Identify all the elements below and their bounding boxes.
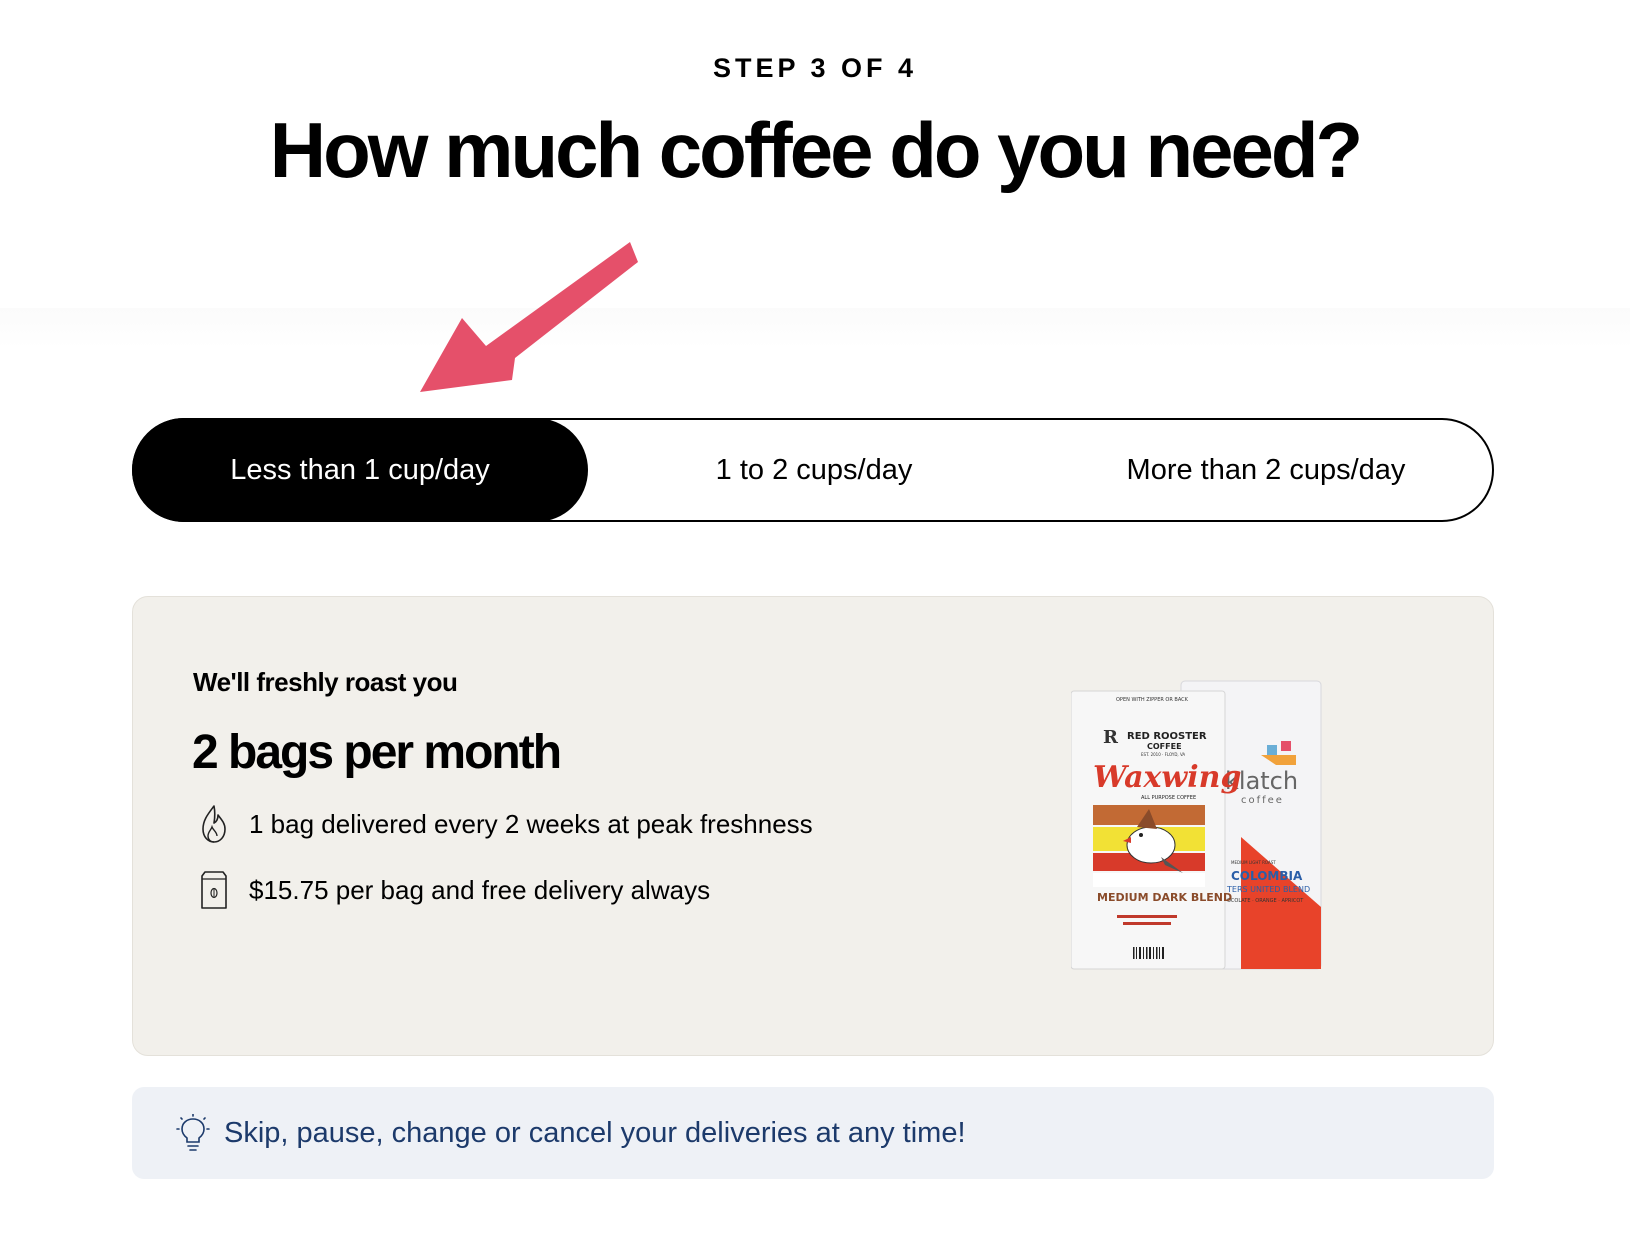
feature-delivery: 1 bag delivered every 2 weeks at peak fr… bbox=[199, 803, 813, 845]
svg-text:TERS UNITED BLEND: TERS UNITED BLEND bbox=[1226, 885, 1310, 894]
option-label: More than 2 cups/day bbox=[1126, 453, 1406, 486]
coffee-bags-image: klatch coffee MEDIUM LIGHT ROAST COLOMBI… bbox=[1071, 680, 1322, 970]
page-title: How much coffee do you need? bbox=[269, 106, 1363, 194]
svg-text:R: R bbox=[1103, 727, 1119, 748]
feature-price: $15.75 per bag and free delivery always bbox=[199, 869, 710, 911]
plan-intro: We'll freshly roast you bbox=[193, 667, 458, 697]
svg-text:MEDIUM LIGHT ROAST: MEDIUM LIGHT ROAST bbox=[1231, 860, 1276, 865]
feature-text: 1 bag delivered every 2 weeks at peak fr… bbox=[249, 808, 813, 839]
svg-text:COLOMBIA: COLOMBIA bbox=[1231, 869, 1303, 883]
svg-text:EST. 2010 · FLOYD, VA: EST. 2010 · FLOYD, VA bbox=[1141, 752, 1185, 757]
flame-icon bbox=[202, 805, 226, 843]
tip-text: Skip, pause, change or cancel your deliv… bbox=[224, 1116, 966, 1149]
option-less-than-1-cup[interactable]: Less than 1 cup/day bbox=[132, 418, 588, 522]
step-indicator: STEP 3 OF 4 bbox=[712, 53, 918, 83]
svg-text:Waxwing: Waxwing bbox=[1093, 760, 1241, 795]
plan-summary-card: We'll freshly roast you 2 bags per month… bbox=[132, 596, 1494, 1056]
plan-amount: 2 bags per month bbox=[192, 726, 562, 779]
option-label: 1 to 2 cups/day bbox=[715, 453, 913, 486]
flexibility-tip: Skip, pause, change or cancel your deliv… bbox=[132, 1087, 1494, 1179]
svg-text:ALL PURPOSE COFFEE: ALL PURPOSE COFFEE bbox=[1141, 795, 1196, 801]
option-more-than-2-cups[interactable]: More than 2 cups/day bbox=[1040, 420, 1492, 520]
feature-text: $15.75 per bag and free delivery always bbox=[249, 874, 711, 905]
svg-text:OPEN WITH ZIPPER OR BACK: OPEN WITH ZIPPER OR BACK bbox=[1116, 697, 1189, 703]
annotation-arrow-icon bbox=[420, 242, 638, 392]
red-rooster-bag-image: OPEN WITH ZIPPER OR BACK R RED ROOSTER C… bbox=[1071, 690, 1241, 970]
svg-text:MEDIUM DARK BLEND: MEDIUM DARK BLEND bbox=[1097, 891, 1232, 904]
option-1-to-2-cups[interactable]: 1 to 2 cups/day bbox=[588, 420, 1040, 520]
lightbulb-icon bbox=[176, 1114, 210, 1151]
cups-per-day-selector: Less than 1 cup/day 1 to 2 cups/day More… bbox=[132, 418, 1494, 522]
svg-text:RED ROOSTER: RED ROOSTER bbox=[1127, 731, 1207, 742]
arrow-shape bbox=[420, 242, 638, 392]
option-label: Less than 1 cup/day bbox=[230, 453, 490, 486]
coffee-bag-icon bbox=[201, 871, 227, 909]
svg-text:OCOLATE · ORANGE · APRICOT: OCOLATE · ORANGE · APRICOT bbox=[1227, 898, 1304, 904]
svg-text:COFFEE: COFFEE bbox=[1147, 742, 1182, 751]
svg-text:coffee: coffee bbox=[1241, 795, 1284, 806]
